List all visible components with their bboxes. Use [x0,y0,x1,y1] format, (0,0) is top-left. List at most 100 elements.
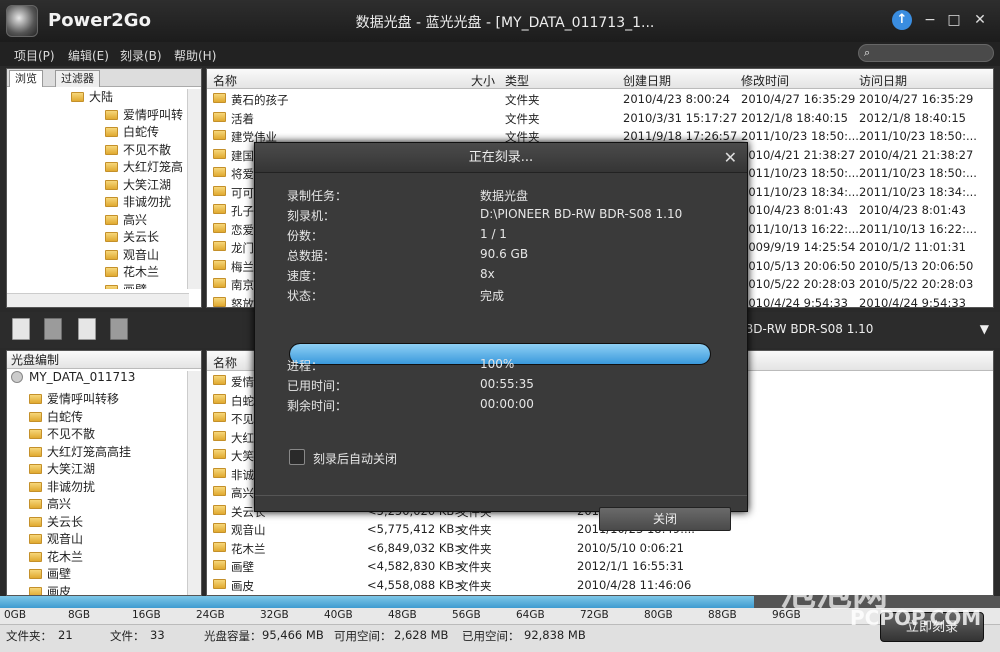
file-modified: 2011/10/23 18:50:... [741,166,859,180]
window-title: 数据光盘 - 蓝光光盘 - [MY_DATA_011713_1... [355,15,655,31]
folder-icon [213,93,226,103]
disc-tree-item[interactable]: 不见不散 [7,426,187,444]
file-accessed: 2011/10/23 18:50:... [859,129,977,143]
tree-item[interactable]: 非诚勿扰 [7,194,187,212]
file-accessed: 2010/5/13 20:06:50 [859,258,974,273]
disc-tree-scrollbar[interactable] [187,371,201,595]
menu-burn[interactable]: 刻录(B) [120,47,162,64]
disc-tree-item[interactable]: 非诚勿扰 [7,479,187,497]
disc-name: MY_DATA_011713 [29,370,136,384]
tree-item[interactable]: 画壁 [7,282,187,289]
menu-help[interactable]: 帮助(H) [174,47,216,64]
file-modified: 2010/5/22 20:28:03 [741,277,856,291]
disc-root[interactable]: MY_DATA_011713 [7,369,201,387]
add-file-icon[interactable] [12,318,30,340]
disc-file-type: 文件夹 [457,541,492,556]
col-type[interactable]: 类型 [505,72,529,89]
file-row[interactable]: 黄石的孩子 文件夹 2010/4/23 8:00:24 2010/4/27 16:35… [207,89,993,108]
tree-item[interactable]: 观音山 [7,247,187,265]
tab-browse[interactable]: 浏览 [9,70,43,87]
folder-icon [213,296,226,307]
disc-file-name: 大笑 [231,449,254,463]
tree-item[interactable]: 爱情呼叫转 [7,107,187,125]
disc-col-name[interactable]: 名称 [213,354,237,371]
close-window-icon[interactable]: ✕ [970,10,990,30]
disc-file-row[interactable]: 花木兰 <6,849,032 KB> 文件夹 2010/5/10 0:06:21 [207,538,993,557]
menu-edit[interactable]: 编辑(E) [68,47,109,64]
folder-icon [29,569,42,579]
disc-panel-header: 光盘编制 [7,351,201,369]
disc-tree-item[interactable]: 花木兰 [7,549,187,567]
disc-file-type: 文件夹 [457,523,492,537]
tree-item[interactable]: 大笑江湖 [7,177,187,195]
folder-icon [213,412,226,422]
folder-icon [213,467,226,478]
tree-item[interactable]: 高兴 [7,212,187,230]
disc-file-name: 爱情 [231,375,254,389]
disc-file-name: 高兴 [231,486,254,500]
disc-tree-item[interactable]: 高兴 [7,496,187,514]
disc-file-name: 不见 [231,412,254,426]
file-created: 2010/3/31 15:17:27 [623,110,738,125]
drive-selector[interactable]: BD-RW BDR-S08 1.10 ▼ [745,320,995,338]
tree-vertical-scrollbar[interactable] [187,89,201,289]
folder-icon [213,560,226,570]
dialog-close-icon[interactable]: ✕ [724,143,737,173]
properties-icon[interactable] [110,318,128,340]
tree-item[interactable]: 白蛇传 [7,124,187,142]
disc-tree-item-label: 不见不散 [47,427,96,441]
capacity-tick: 72GB [580,609,609,621]
disc-panel: 光盘编制 MY_DATA_011713 爱情呼叫转移 白蛇传 不见不散大红灯笼高高挂… [6,350,202,596]
auto-close-checkbox[interactable] [289,449,305,465]
search-input[interactable]: ⌕ [858,44,994,62]
disc-tree-item-label: 大红灯笼高高挂 [47,444,132,459]
disc-tree-item[interactable]: 画壁 [7,566,187,584]
file-row[interactable]: 活着 文件夹 2010/3/31 15:17:27 2012/1/8 18:40:15… [207,108,993,127]
disc-tree-item[interactable]: 关云长 [7,514,187,532]
disc-tree-item[interactable]: 白蛇传 [7,409,187,427]
tab-filter[interactable]: 过滤器 [55,70,100,87]
disc-tree-item-label: 非诚勿扰 [47,479,96,494]
file-accessed: 2012/1/8 18:40:15 [859,110,966,125]
burning-dialog: 正在刻录... ✕ 录制任务： 数据光盘 刻录机： D:\PIONEER BD-… [254,142,748,531]
disc-tree-item[interactable]: 画皮 [7,584,187,595]
folder-icon [29,551,42,562]
maximize-icon[interactable]: □ [944,10,964,30]
disc-tree-item[interactable]: 观音山 [7,531,187,549]
copies-label: 份数： [287,229,324,243]
minimize-icon[interactable]: − [920,10,940,30]
remove-file-icon[interactable] [44,318,62,340]
disc-tree-item[interactable]: 大笑江湖 [7,461,187,479]
tree-item[interactable]: 不见不散 [7,142,187,160]
col-created[interactable]: 创建日期 [623,72,671,89]
tree-item-label: 大红灯笼高 [123,160,184,174]
menu-project[interactable]: 项目(P) [14,47,55,64]
file-modified: 2009/9/19 14:25:54 [741,240,856,254]
update-arrow-icon[interactable]: ↑ [892,10,912,30]
col-size[interactable]: 大小 [471,72,495,89]
col-accessed[interactable]: 访问日期 [859,72,907,89]
new-folder-icon[interactable] [78,318,96,340]
disc-file-type: 文件夹 [457,560,492,574]
tree-item[interactable]: 大陆 [7,89,187,107]
disc-tree-item[interactable]: 大红灯笼高高挂 [7,444,187,462]
tree-item[interactable]: 花木兰 [7,264,187,282]
folders-count: 21 [58,628,73,642]
tree-item[interactable]: 大红灯笼高 [7,159,187,177]
col-modified[interactable]: 修改时间 [741,72,789,89]
disc-tree-item[interactable]: 爱情呼叫转移 [7,391,187,409]
tree-horizontal-scrollbar[interactable] [7,293,189,307]
close-button[interactable]: 关闭 [599,507,731,531]
capacity-value: 95,466 MB [262,628,324,642]
tree-item-label: 高兴 [123,212,148,227]
file-name: 黄石的孩子 [231,93,289,107]
file-created: 2010/4/23 8:00:24 [623,92,730,106]
file-modified: 2011/10/13 16:22:... [741,221,859,236]
col-name[interactable]: 名称 [213,72,237,89]
file-type: 文件夹 [505,93,540,107]
tree-item[interactable]: 关云长 [7,229,187,247]
watermark-sub: PCPOP.COM [850,606,982,630]
folder-icon [213,259,226,270]
folder-icon [105,267,118,277]
disc-tree-item-label: 观音山 [47,532,84,546]
